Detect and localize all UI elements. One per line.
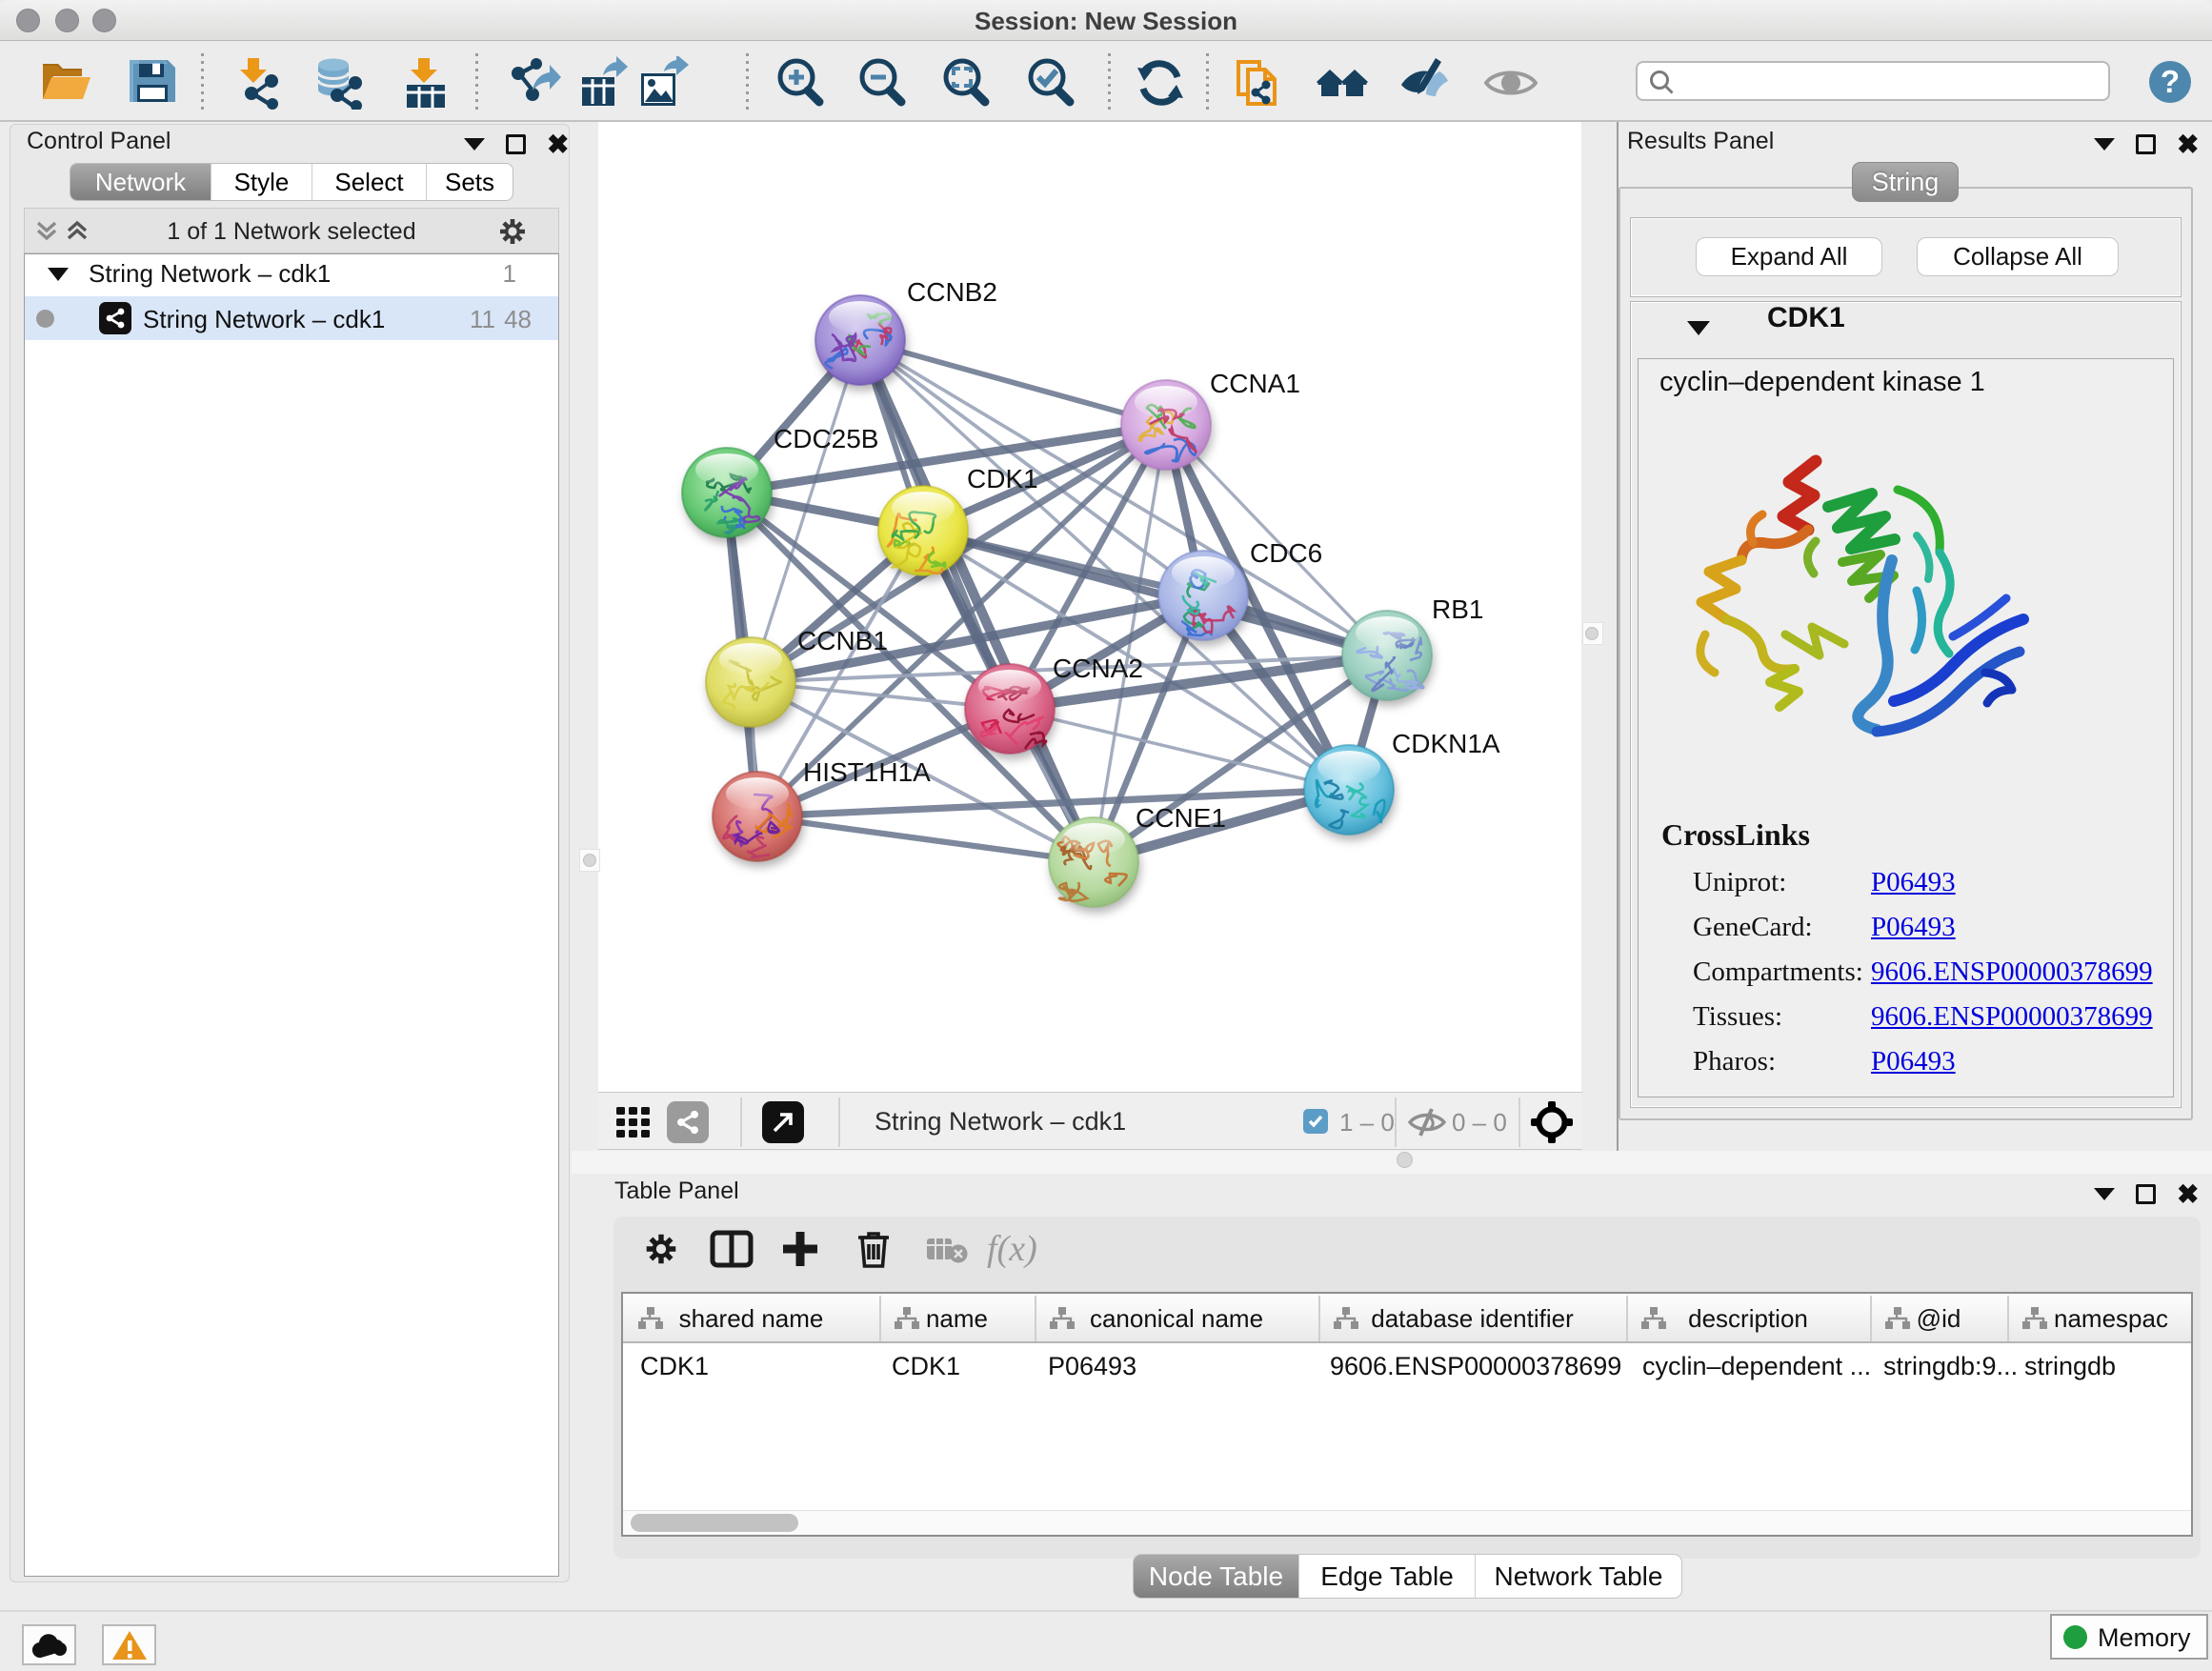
svg-text:CCNA1: CCNA1 bbox=[1210, 369, 1300, 398]
svg-text:CDK1: CDK1 bbox=[967, 464, 1038, 493]
svg-text:CCNB2: CCNB2 bbox=[907, 277, 997, 307]
svg-text:CDC25B: CDC25B bbox=[774, 424, 878, 453]
svg-text:CCNE1: CCNE1 bbox=[1136, 803, 1226, 833]
svg-text:CCNB1: CCNB1 bbox=[797, 626, 888, 655]
svg-text:CDC6: CDC6 bbox=[1250, 538, 1322, 568]
svg-text:CDKN1A: CDKN1A bbox=[1392, 729, 1500, 758]
svg-text:CCNA2: CCNA2 bbox=[1053, 654, 1143, 683]
svg-text:HIST1H1A: HIST1H1A bbox=[803, 757, 931, 787]
svg-text:RB1: RB1 bbox=[1432, 594, 1483, 624]
